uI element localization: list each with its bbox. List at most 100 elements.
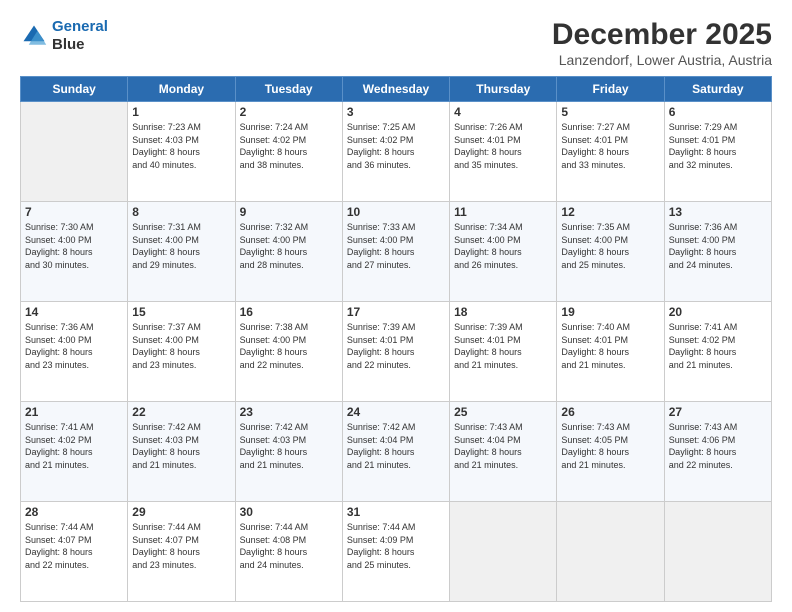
cell-info: Sunrise: 7:40 AMSunset: 4:01 PMDaylight:… (561, 321, 659, 371)
calendar-table: SundayMondayTuesdayWednesdayThursdayFrid… (20, 76, 772, 602)
logo-line1: General (52, 18, 108, 36)
cell-info: Sunrise: 7:24 AMSunset: 4:02 PMDaylight:… (240, 121, 338, 171)
day-number: 5 (561, 105, 659, 119)
day-number: 26 (561, 405, 659, 419)
day-header-monday: Monday (128, 77, 235, 102)
day-number: 25 (454, 405, 552, 419)
day-number: 7 (25, 205, 123, 219)
calendar-cell: 18 Sunrise: 7:39 AMSunset: 4:01 PMDayligh… (450, 302, 557, 402)
header: General Blue December 2025 Lanzendorf, L… (20, 18, 772, 68)
day-header-wednesday: Wednesday (342, 77, 449, 102)
day-number: 13 (669, 205, 767, 219)
day-number: 14 (25, 305, 123, 319)
calendar-cell (557, 502, 664, 602)
calendar-cell (21, 102, 128, 202)
calendar-cell: 1 Sunrise: 7:23 AMSunset: 4:03 PMDaylight… (128, 102, 235, 202)
title-block: December 2025 Lanzendorf, Lower Austria,… (552, 18, 772, 68)
day-number: 31 (347, 505, 445, 519)
calendar-cell: 17 Sunrise: 7:39 AMSunset: 4:01 PMDayligh… (342, 302, 449, 402)
day-number: 28 (25, 505, 123, 519)
calendar-cell: 31Sunrise: 7:44 AMSunset: 4:09 PMDayligh… (342, 502, 449, 602)
day-header-sunday: Sunday (21, 77, 128, 102)
cell-info: Sunrise: 7:38 AMSunset: 4:00 PMDaylight:… (240, 321, 338, 371)
day-number: 24 (347, 405, 445, 419)
logo: General Blue (20, 18, 108, 54)
page: General Blue December 2025 Lanzendorf, L… (0, 0, 792, 612)
day-number: 21 (25, 405, 123, 419)
cell-info: Sunrise: 7:41 AMSunset: 4:02 PMDaylight:… (25, 421, 123, 471)
logo-line2: Blue (52, 36, 108, 54)
cell-info: Sunrise: 7:30 AMSunset: 4:00 PMDaylight:… (25, 221, 123, 271)
cell-info: Sunrise: 7:44 AMSunset: 4:07 PMDaylight:… (132, 521, 230, 571)
cell-info: Sunrise: 7:43 AMSunset: 4:06 PMDaylight:… (669, 421, 767, 471)
cell-info: Sunrise: 7:27 AMSunset: 4:01 PMDaylight:… (561, 121, 659, 171)
cell-info: Sunrise: 7:43 AMSunset: 4:04 PMDaylight:… (454, 421, 552, 471)
cell-info: Sunrise: 7:42 AMSunset: 4:04 PMDaylight:… (347, 421, 445, 471)
calendar-cell: 12Sunrise: 7:35 AMSunset: 4:00 PMDayligh… (557, 202, 664, 302)
day-number: 27 (669, 405, 767, 419)
day-number: 8 (132, 205, 230, 219)
cell-info: Sunrise: 7:36 AMSunset: 4:00 PMDaylight:… (669, 221, 767, 271)
day-number: 1 (132, 105, 230, 119)
cell-info: Sunrise: 7:23 AMSunset: 4:03 PMDaylight:… (132, 121, 230, 171)
day-number: 15 (132, 305, 230, 319)
logo-text: General Blue (52, 18, 108, 54)
cell-info: Sunrise: 7:34 AMSunset: 4:00 PMDaylight:… (454, 221, 552, 271)
cell-info: Sunrise: 7:41 AMSunset: 4:02 PMDaylight:… (669, 321, 767, 371)
calendar-cell: 26Sunrise: 7:43 AMSunset: 4:05 PMDayligh… (557, 402, 664, 502)
calendar-cell: 2 Sunrise: 7:24 AMSunset: 4:02 PMDaylight… (235, 102, 342, 202)
day-number: 12 (561, 205, 659, 219)
cell-info: Sunrise: 7:42 AMSunset: 4:03 PMDaylight:… (240, 421, 338, 471)
day-number: 30 (240, 505, 338, 519)
calendar-cell: 6 Sunrise: 7:29 AMSunset: 4:01 PMDaylight… (664, 102, 771, 202)
calendar-cell: 21 Sunrise: 7:41 AMSunset: 4:02 PMDayligh… (21, 402, 128, 502)
cell-info: Sunrise: 7:39 AMSunset: 4:01 PMDaylight:… (347, 321, 445, 371)
calendar-cell: 5 Sunrise: 7:27 AMSunset: 4:01 PMDaylight… (557, 102, 664, 202)
calendar-cell: 22 Sunrise: 7:42 AMSunset: 4:03 PMDayligh… (128, 402, 235, 502)
cell-info: Sunrise: 7:44 AMSunset: 4:08 PMDaylight:… (240, 521, 338, 571)
calendar-cell: 10 Sunrise: 7:33 AMSunset: 4:00 PMDayligh… (342, 202, 449, 302)
calendar-cell: 24 Sunrise: 7:42 AMSunset: 4:04 PMDayligh… (342, 402, 449, 502)
logo-icon (20, 22, 48, 50)
day-number: 10 (347, 205, 445, 219)
day-number: 3 (347, 105, 445, 119)
day-number: 4 (454, 105, 552, 119)
day-number: 16 (240, 305, 338, 319)
calendar-cell: 27 Sunrise: 7:43 AMSunset: 4:06 PMDayligh… (664, 402, 771, 502)
week-row-4: 28 Sunrise: 7:44 AMSunset: 4:07 PMDayligh… (21, 502, 772, 602)
cell-info: Sunrise: 7:37 AMSunset: 4:00 PMDaylight:… (132, 321, 230, 371)
calendar-cell: 30 Sunrise: 7:44 AMSunset: 4:08 PMDayligh… (235, 502, 342, 602)
header-row: SundayMondayTuesdayWednesdayThursdayFrid… (21, 77, 772, 102)
calendar-cell: 20 Sunrise: 7:41 AMSunset: 4:02 PMDayligh… (664, 302, 771, 402)
calendar-cell: 29Sunrise: 7:44 AMSunset: 4:07 PMDayligh… (128, 502, 235, 602)
cell-info: Sunrise: 7:33 AMSunset: 4:00 PMDaylight:… (347, 221, 445, 271)
cell-info: Sunrise: 7:25 AMSunset: 4:02 PMDaylight:… (347, 121, 445, 171)
calendar-cell: 19Sunrise: 7:40 AMSunset: 4:01 PMDayligh… (557, 302, 664, 402)
cell-info: Sunrise: 7:29 AMSunset: 4:01 PMDaylight:… (669, 121, 767, 171)
day-number: 11 (454, 205, 552, 219)
calendar-cell: 15 Sunrise: 7:37 AMSunset: 4:00 PMDayligh… (128, 302, 235, 402)
calendar-cell: 25 Sunrise: 7:43 AMSunset: 4:04 PMDayligh… (450, 402, 557, 502)
day-header-friday: Friday (557, 77, 664, 102)
day-number: 22 (132, 405, 230, 419)
week-row-2: 14Sunrise: 7:36 AMSunset: 4:00 PMDayligh… (21, 302, 772, 402)
cell-info: Sunrise: 7:42 AMSunset: 4:03 PMDaylight:… (132, 421, 230, 471)
day-number: 2 (240, 105, 338, 119)
cell-info: Sunrise: 7:44 AMSunset: 4:07 PMDaylight:… (25, 521, 123, 571)
day-number: 17 (347, 305, 445, 319)
month-title: December 2025 (552, 18, 772, 52)
day-number: 6 (669, 105, 767, 119)
cell-info: Sunrise: 7:26 AMSunset: 4:01 PMDaylight:… (454, 121, 552, 171)
calendar-cell: 13 Sunrise: 7:36 AMSunset: 4:00 PMDayligh… (664, 202, 771, 302)
calendar-cell: 16 Sunrise: 7:38 AMSunset: 4:00 PMDayligh… (235, 302, 342, 402)
day-header-saturday: Saturday (664, 77, 771, 102)
calendar-cell (450, 502, 557, 602)
day-number: 18 (454, 305, 552, 319)
cell-info: Sunrise: 7:39 AMSunset: 4:01 PMDaylight:… (454, 321, 552, 371)
day-number: 20 (669, 305, 767, 319)
calendar-cell: 11 Sunrise: 7:34 AMSunset: 4:00 PMDayligh… (450, 202, 557, 302)
calendar-cell (664, 502, 771, 602)
cell-info: Sunrise: 7:32 AMSunset: 4:00 PMDaylight:… (240, 221, 338, 271)
day-header-tuesday: Tuesday (235, 77, 342, 102)
calendar-cell: 4 Sunrise: 7:26 AMSunset: 4:01 PMDaylight… (450, 102, 557, 202)
